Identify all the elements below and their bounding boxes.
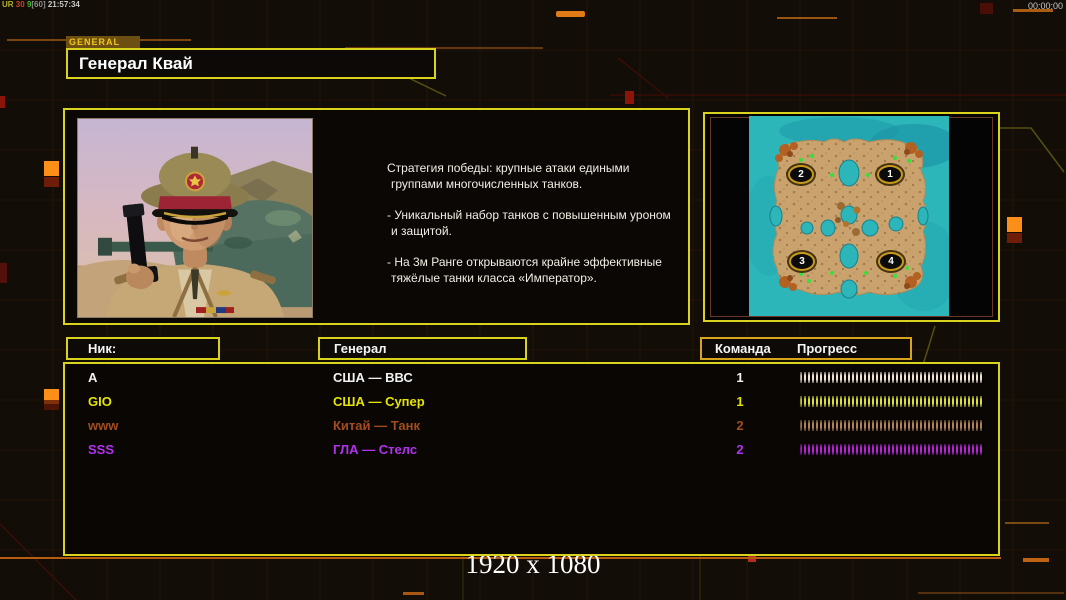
map-spawn-marker: 4 [878,252,904,271]
strategy-line: и защитой. [387,223,689,239]
map-spawn-marker: 1 [877,165,903,184]
progress-bar [800,444,984,455]
strategy-line: Стратегия победы: крупные атаки едиными [387,160,689,176]
column-header-nick: Ник: [66,337,220,360]
strategy-line: группами многочисленных танков. [387,176,689,192]
clock-time: 21:57:34 [48,0,80,9]
stats-tag: UR [2,0,14,9]
map-spawn-marker: 3 [789,252,815,271]
player-nick: www [88,418,118,433]
strategy-line: - На 3м Ранге открываются крайне эффекти… [387,254,689,270]
map-spawn-marker: 2 [788,165,814,184]
player-team: 2 [705,442,775,457]
general-info-panel: Стратегия победы: крупные атаки едиными … [63,108,690,325]
general-portrait [77,118,313,318]
column-header-team-progress: Команда Прогресс [700,337,912,360]
player-team: 1 [705,394,775,409]
general-title-box: Генерал Квай [66,48,436,79]
progress-bar [800,372,984,383]
player-general: Китай — Танк [333,418,420,433]
column-header-general-label: Генерал [320,341,386,356]
map-preview-panel: 1 2 3 4 [703,112,1000,322]
stats-overlay: UR 30 9[60] 21:57:34 [2,0,80,9]
strategy-line: тяжёлые танки класса «Император». [387,270,689,286]
column-header-progress-label: Прогресс [797,339,857,358]
column-header-general: Генерал [318,337,527,360]
stats-value-3: [60] [31,0,45,9]
player-general: США — ВВС [333,370,413,385]
map-preview: 1 2 3 4 [749,116,949,316]
player-general: США — Супер [333,394,425,409]
stats-value-1: 30 [16,0,25,9]
player-row: GIO США — Супер 1 [65,392,998,416]
player-row: A США — ВВС 1 [65,368,998,392]
player-row: www Китай — Танк 2 [65,416,998,440]
player-team: 1 [705,370,775,385]
match-timer: 00:00:00 [1028,1,1063,11]
strategy-line: - Уникальный набор танков с повышенным у… [387,207,689,223]
player-general: ГЛА — Стелс [333,442,417,457]
column-header-team-label: Команда [715,339,771,358]
progress-bar [800,396,984,407]
player-nick: SSS [88,442,114,457]
strategy-text: Стратегия победы: крупные атаки едиными … [387,160,689,301]
player-team: 2 [705,418,775,433]
player-nick: GIO [88,394,112,409]
page-title: Генерал Квай [68,50,434,77]
progress-bar [800,420,984,431]
column-header-nick-label: Ник: [68,341,116,356]
player-nick: A [88,370,97,385]
player-list-panel: A США — ВВС 1 GIO США — Супер 1 www Кита… [63,362,1000,556]
player-row: SSS ГЛА — Стелс 2 [65,440,998,464]
